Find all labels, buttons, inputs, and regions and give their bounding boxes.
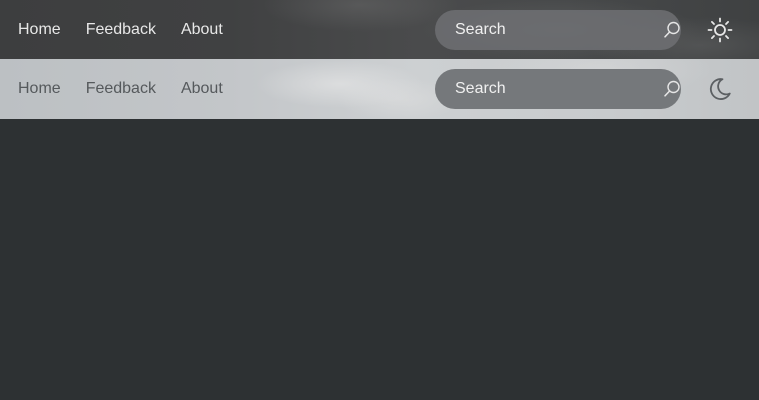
- theme-toggle-button[interactable]: [705, 74, 735, 104]
- nav-link-about[interactable]: About: [181, 81, 223, 97]
- nav-link-home[interactable]: Home: [18, 21, 61, 38]
- sun-icon: [707, 17, 733, 42]
- nav-links: Home Feedback About: [18, 59, 248, 119]
- page: Home Feedback About Search Home Feedback…: [0, 0, 759, 400]
- search-icon: [664, 21, 680, 38]
- moon-icon: [709, 78, 731, 100]
- search-button[interactable]: [662, 69, 682, 109]
- main-content: [0, 119, 759, 400]
- search-input[interactable]: [435, 69, 662, 109]
- nav-link-about[interactable]: About: [181, 21, 223, 38]
- search-box: [435, 69, 681, 109]
- theme-toggle-button[interactable]: [705, 15, 735, 45]
- navbar-light: Home Feedback About: [0, 59, 759, 119]
- navbar-dark: Home Feedback About: [0, 0, 759, 59]
- nav-links: Home Feedback About: [18, 0, 248, 59]
- nav-link-feedback[interactable]: Feedback: [86, 21, 156, 38]
- search-button[interactable]: [662, 10, 682, 50]
- search-icon: [664, 80, 680, 97]
- search-input[interactable]: [435, 9, 662, 50]
- nav-link-home[interactable]: Home: [18, 81, 61, 97]
- search-box: [435, 9, 682, 50]
- nav-link-feedback[interactable]: Feedback: [86, 81, 156, 97]
